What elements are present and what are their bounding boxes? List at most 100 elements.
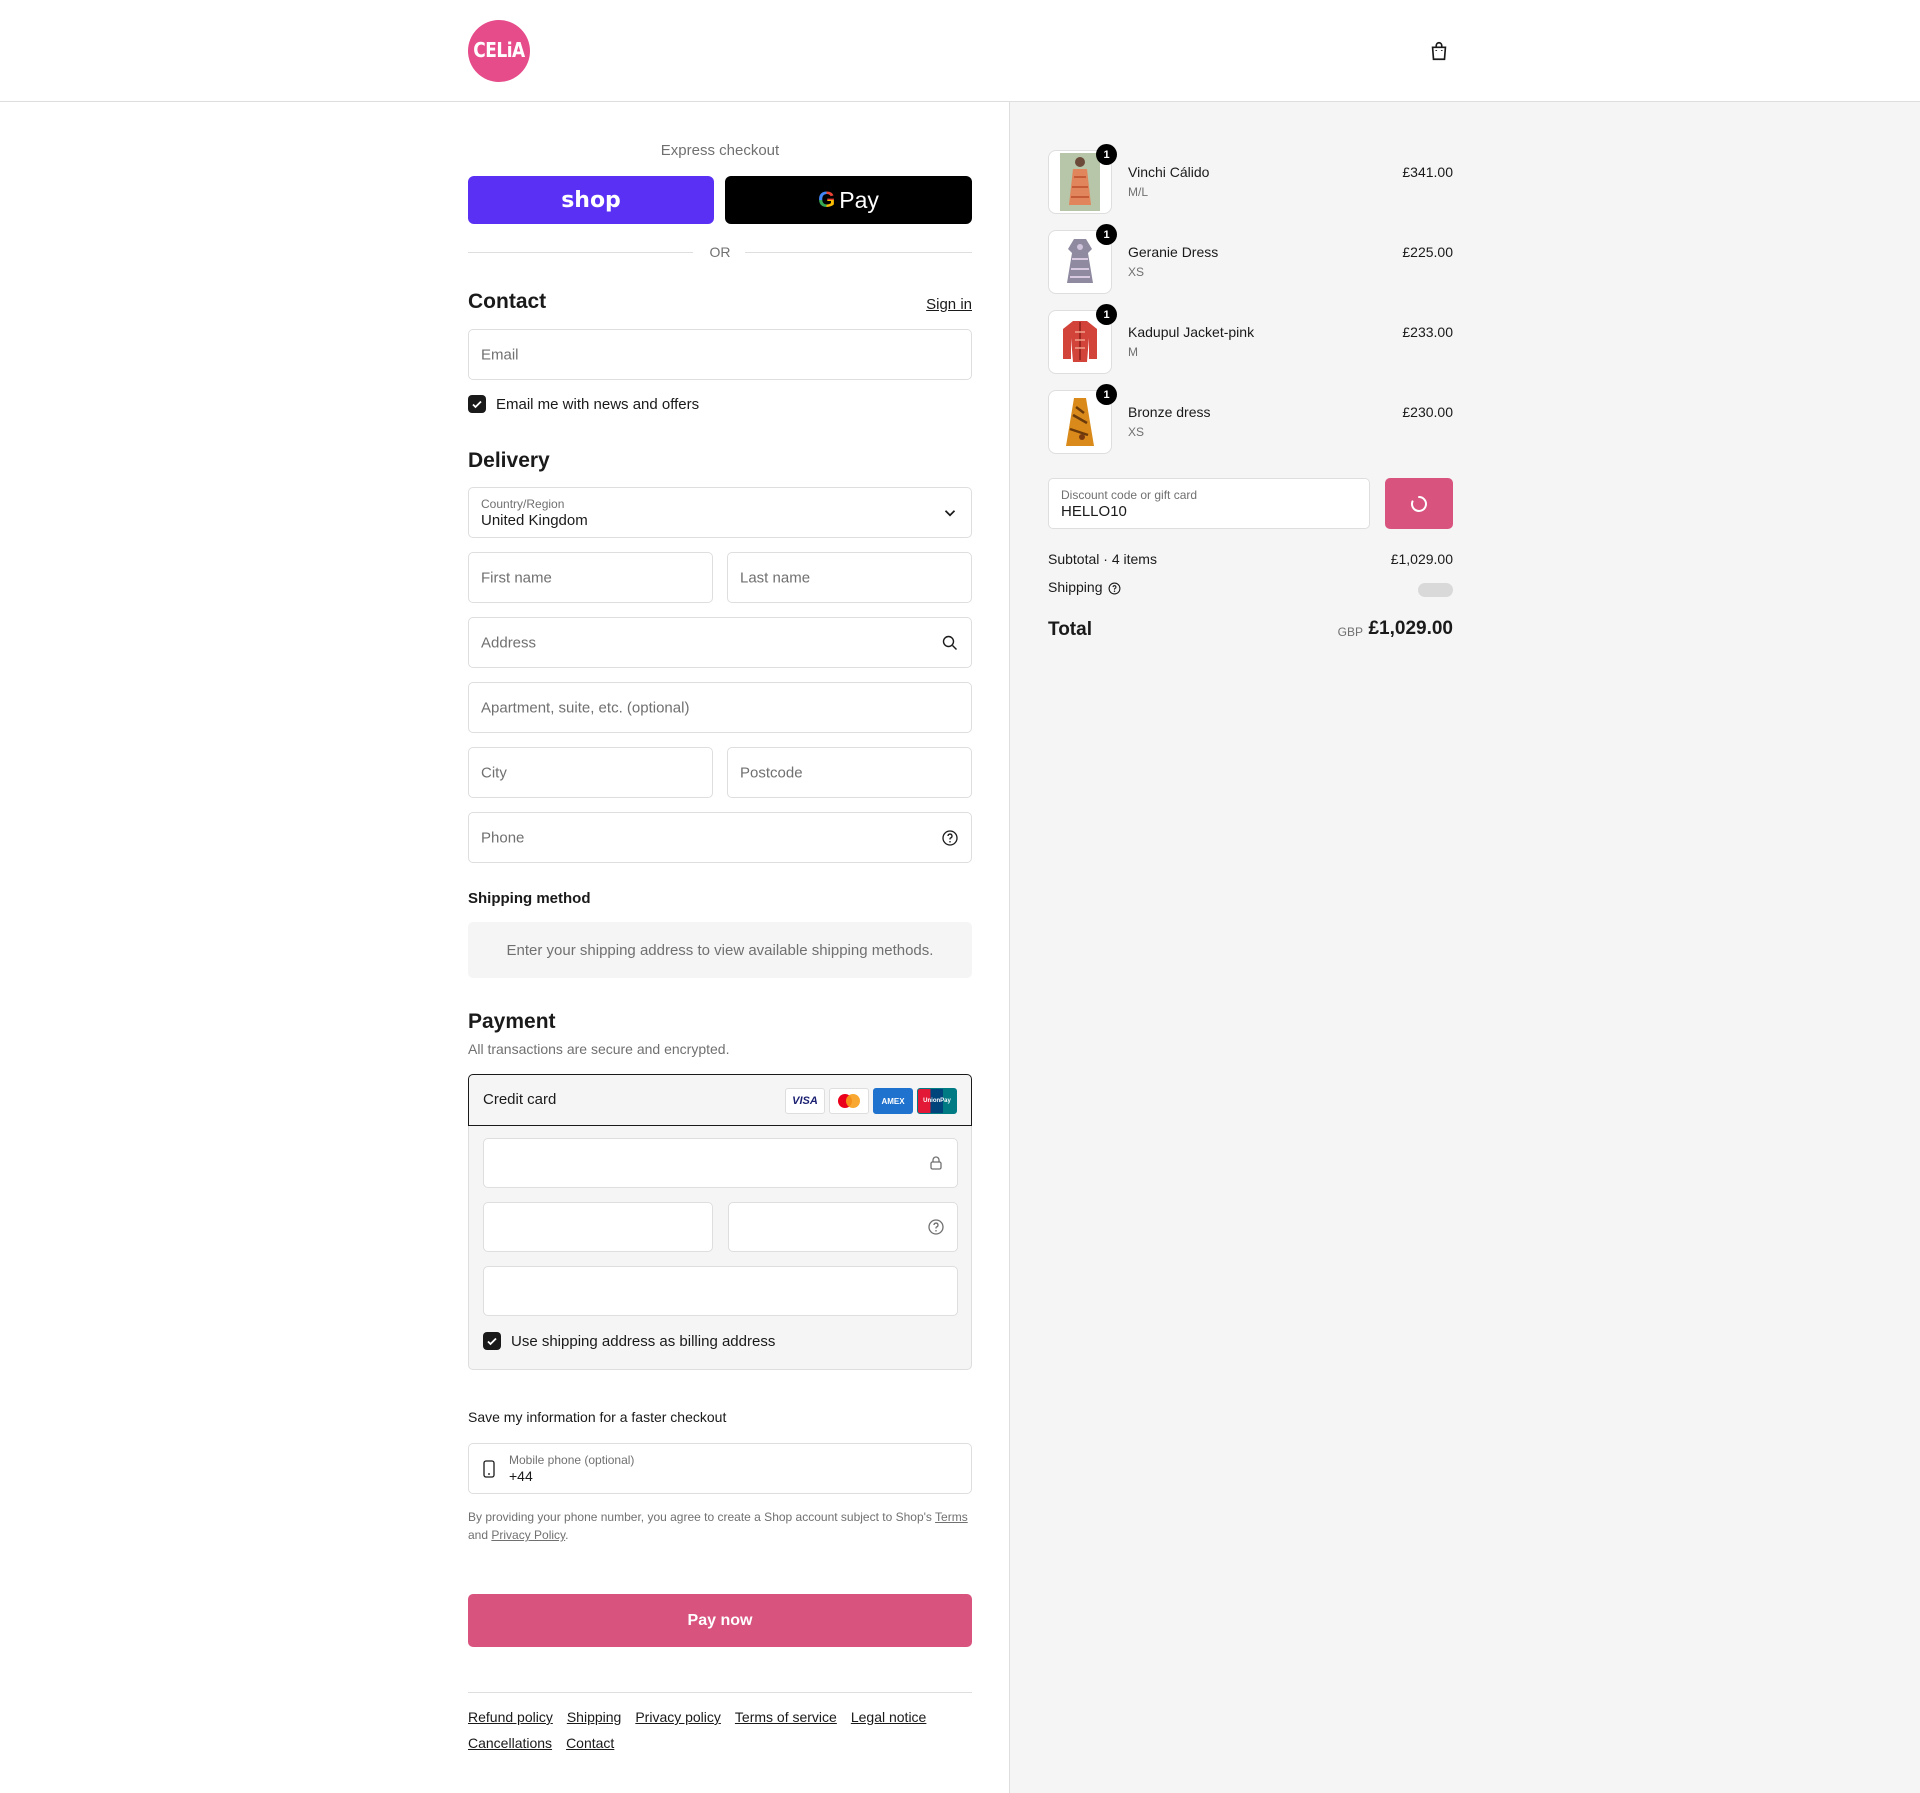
- credit-card-form: Use shipping address as billing address: [468, 1126, 972, 1370]
- quantity-badge: 1: [1096, 304, 1117, 325]
- phone-field[interactable]: Phone: [468, 812, 972, 863]
- terms-link[interactable]: Terms: [935, 1510, 968, 1524]
- payment-title: Payment: [468, 1010, 556, 1033]
- checkmark-icon: [472, 400, 482, 409]
- shipping-label: Shipping: [1048, 579, 1103, 595]
- order-item: 1 Bronze dress XS £230.00: [1048, 384, 1453, 454]
- discount-code-field[interactable]: Discount code or gift card HELLO10: [1048, 478, 1370, 529]
- address-field[interactable]: Address: [468, 617, 972, 668]
- city-placeholder: City: [481, 764, 507, 781]
- quantity-badge: 1: [1096, 384, 1117, 405]
- amex-icon: AMEX: [873, 1088, 913, 1114]
- item-name: Bronze dress: [1128, 404, 1211, 420]
- card-expiry-field[interactable]: [483, 1202, 713, 1252]
- visa-icon: VISA: [785, 1088, 825, 1114]
- pay-now-button[interactable]: Pay now: [468, 1594, 972, 1647]
- apartment-field[interactable]: Apartment, suite, etc. (optional): [468, 682, 972, 733]
- jacket-image-icon: [1063, 321, 1097, 362]
- last-name-field[interactable]: Last name: [727, 552, 972, 603]
- footer-link-refund-policy[interactable]: Refund policy: [468, 1708, 553, 1726]
- checkmark-icon: [487, 1337, 497, 1346]
- or-label: OR: [709, 244, 731, 260]
- footer-link-shipping[interactable]: Shipping: [567, 1708, 622, 1726]
- help-circle-icon[interactable]: [941, 829, 959, 847]
- sign-in-link[interactable]: Sign in: [926, 296, 972, 313]
- order-item: 1 Kadupul Jacket-pink M £233.00: [1048, 304, 1453, 374]
- dress-image-icon: [1060, 153, 1100, 211]
- subtotal-label: Subtotal · 4 items: [1048, 551, 1157, 567]
- shipping-method-notice: Enter your shipping address to view avai…: [468, 922, 972, 978]
- postcode-field[interactable]: Postcode: [727, 747, 972, 798]
- legal-prefix: By providing your phone number, you agre…: [468, 1510, 936, 1524]
- credit-card-label: Credit card: [483, 1091, 557, 1108]
- shop-legal-text: By providing your phone number, you agre…: [468, 1508, 972, 1544]
- footer-link-cancellations[interactable]: Cancellations: [468, 1734, 552, 1752]
- contact-title: Contact: [468, 290, 547, 313]
- discount-label: Discount code or gift card: [1061, 488, 1198, 502]
- legal-and: and: [468, 1528, 492, 1542]
- shop-pay-label: shop: [561, 187, 621, 213]
- google-pay-button[interactable]: G Pay: [725, 176, 972, 224]
- footer-link-legal-notice[interactable]: Legal notice: [851, 1708, 927, 1726]
- footer-divider: [468, 1692, 972, 1693]
- google-pay-label: Pay: [839, 186, 879, 213]
- footer-link-terms-of-service[interactable]: Terms of service: [735, 1708, 837, 1726]
- first-name-field[interactable]: First name: [468, 552, 713, 603]
- google-g-icon: G: [818, 187, 836, 212]
- email-field[interactable]: Email: [468, 329, 972, 380]
- loading-spinner-icon: [1411, 495, 1427, 512]
- billing-same-checkbox[interactable]: [483, 1332, 501, 1350]
- item-price: £230.00: [1402, 404, 1453, 420]
- or-divider: OR: [468, 242, 972, 262]
- card-brand-logos: VISA AMEX UnionPay: [785, 1088, 957, 1114]
- help-circle-icon[interactable]: [927, 1218, 945, 1236]
- order-item: 1 Vinchi Cálido M/L £341.00: [1048, 144, 1453, 214]
- save-info-title: Save my information for a faster checkou…: [468, 1409, 727, 1425]
- express-checkout-title: Express checkout: [660, 142, 780, 159]
- billing-same-row[interactable]: Use shipping address as billing address: [483, 1332, 775, 1350]
- total-value: £1,029.00: [1368, 618, 1453, 639]
- last-name-placeholder: Last name: [740, 569, 811, 586]
- country-select[interactable]: Country/Region United Kingdom: [468, 487, 972, 538]
- item-name: Geranie Dress: [1128, 244, 1219, 260]
- address-placeholder: Address: [481, 634, 537, 651]
- billing-same-label: Use shipping address as billing address: [511, 1332, 776, 1350]
- newsletter-checkbox[interactable]: [468, 395, 486, 413]
- mobile-phone-icon: [483, 1460, 495, 1478]
- order-item: 1 Geranie Dress XS £225.00: [1048, 224, 1453, 294]
- credit-card-option[interactable]: Credit card VISA AMEX UnionPay: [468, 1074, 972, 1126]
- footer-link-contact[interactable]: Contact: [566, 1734, 614, 1752]
- lock-icon: [930, 1156, 942, 1170]
- card-name-field[interactable]: [483, 1266, 958, 1316]
- item-price: £225.00: [1402, 244, 1453, 260]
- unionpay-icon: UnionPay: [917, 1088, 957, 1114]
- chevron-down-icon: [944, 509, 956, 516]
- card-number-field[interactable]: [483, 1138, 958, 1188]
- city-field[interactable]: City: [468, 747, 713, 798]
- postcode-placeholder: Postcode: [740, 764, 803, 781]
- item-price: £341.00: [1402, 164, 1453, 180]
- email-placeholder: Email: [481, 346, 519, 363]
- shop-pay-button[interactable]: shop: [468, 176, 714, 224]
- apartment-placeholder: Apartment, suite, etc. (optional): [481, 699, 690, 716]
- apply-discount-button[interactable]: [1385, 478, 1453, 529]
- item-price: £233.00: [1402, 324, 1453, 340]
- store-logo[interactable]: CELiA: [468, 20, 530, 82]
- subtotal-row: Subtotal · 4 items £1,029.00: [1048, 551, 1453, 567]
- footer-link-privacy-policy[interactable]: Privacy policy: [635, 1708, 721, 1726]
- mobile-phone-field[interactable]: Mobile phone (optional) +44: [468, 1443, 972, 1494]
- item-name: Vinchi Cálido: [1128, 164, 1210, 180]
- country-label: Country/Region: [481, 497, 565, 511]
- pay-now-label: Pay now: [687, 1611, 753, 1629]
- shopping-bag-icon[interactable]: [1428, 40, 1450, 62]
- total-row: Total GBP £1,029.00: [1048, 617, 1453, 643]
- first-name-placeholder: First name: [481, 569, 552, 586]
- card-cvv-field[interactable]: [728, 1202, 958, 1252]
- privacy-policy-link[interactable]: Privacy Policy: [491, 1528, 565, 1542]
- help-circle-icon[interactable]: [1108, 582, 1121, 595]
- dress-image-icon: [1067, 239, 1093, 283]
- item-variant: XS: [1128, 265, 1145, 279]
- newsletter-checkbox-row[interactable]: Email me with news and offers: [468, 395, 699, 413]
- shipping-method-title: Shipping method: [468, 890, 591, 907]
- shipping-row: Shipping: [1048, 579, 1453, 599]
